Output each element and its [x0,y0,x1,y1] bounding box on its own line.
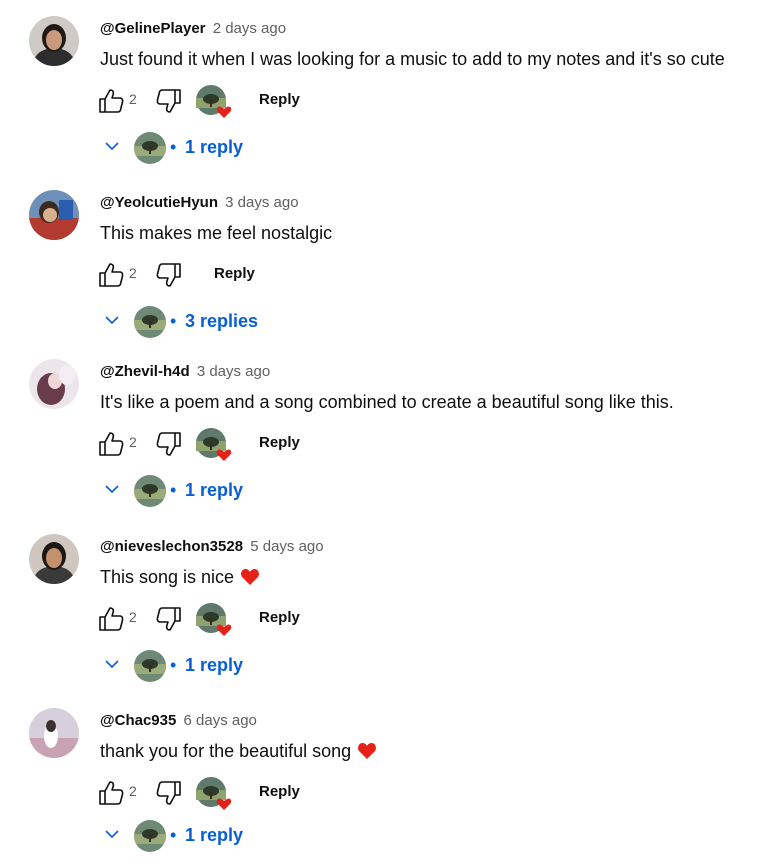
comment-text: This makes me feel nostalgic [100,223,333,243]
creator-avatar [134,306,166,338]
reply-button[interactable]: Reply [259,609,300,626]
view-replies-button[interactable]: • 1 reply [104,475,404,507]
creator-avatar [134,820,166,852]
separator-dot: • [170,311,177,331]
avatar[interactable] [29,16,79,66]
comment-actions: 2 Reply [96,427,496,461]
chevron-down-icon [105,660,119,669]
timestamp[interactable]: 2 days ago [213,20,286,37]
chevron-down-icon [105,316,119,325]
creator-avatar [134,650,166,682]
dislike-button[interactable] [154,261,184,289]
replies-count-link[interactable]: 1 reply [185,137,243,158]
view-replies-button[interactable]: • 1 reply [104,132,404,164]
username-link[interactable]: @GelinePlayer [100,20,206,37]
thumbs-down-icon [156,89,181,113]
separator-dot: • [170,137,177,157]
like-button[interactable] [96,779,126,807]
thumbs-down-icon [156,781,181,805]
comment-header: @nieveslechon3528 5 days ago [100,537,324,557]
timestamp[interactable]: 3 days ago [225,194,298,211]
comment-text-content: This song is nice [100,567,235,587]
comment-actions: 2 Reply [96,602,496,636]
thumbs-down-icon [156,432,181,456]
thumbs-down-icon [156,607,181,631]
red-heart-emoji-icon [240,568,260,592]
creator-heart-icon [195,602,233,638]
dislike-button[interactable] [154,430,184,458]
replies-count-link[interactable]: 1 reply [185,655,243,676]
like-button[interactable] [96,605,126,633]
avatar[interactable] [29,708,79,758]
creator-avatar [134,132,166,164]
creator-heart-icon [195,776,233,812]
separator-dot: • [170,655,177,675]
view-replies-button[interactable]: • 3 replies [104,306,404,338]
separator-dot: • [170,480,177,500]
like-count: 2 [129,434,137,450]
comment-text: It's like a poem and a song combined to … [100,392,674,412]
chevron-down-icon [105,485,119,494]
thumbs-down-icon [156,263,181,287]
like-button[interactable] [96,430,126,458]
replies-count-link[interactable]: 1 reply [185,480,243,501]
comment-actions: 2 Reply [96,776,496,810]
comment-header: @Zhevil-h4d 3 days ago [100,362,270,382]
replies-count-link[interactable]: 1 reply [185,825,243,846]
username-link[interactable]: @Zhevil-h4d [100,363,190,380]
chevron-down-icon [105,142,119,151]
comment-header: @YeolcutieHyun 3 days ago [100,193,299,213]
avatar[interactable] [29,190,79,240]
comment-text: This song is nice [100,565,260,592]
reply-button[interactable]: Reply [259,91,300,108]
reply-button[interactable]: Reply [259,783,300,800]
comment-thread: @nieveslechon3528 5 days ago This song i… [0,518,768,690]
thumbs-up-icon [99,263,124,287]
view-replies-button[interactable]: • 1 reply [104,650,404,682]
username-link[interactable]: @YeolcutieHyun [100,194,218,211]
comment-text: thank you for the beautiful song [100,739,377,766]
avatar[interactable] [29,359,79,409]
username-link[interactable]: @nieveslechon3528 [100,538,243,555]
comment-text: Just found it when I was looking for a m… [100,49,725,69]
thumbs-up-icon [99,607,124,631]
creator-heart-icon [195,84,233,120]
username-link[interactable]: @Chac935 [100,712,176,729]
creator-avatar [134,475,166,507]
comment-thread: @GelinePlayer 2 days ago Just found it w… [0,0,768,172]
comment-header: @Chac935 6 days ago [100,711,257,731]
avatar[interactable] [29,534,79,584]
comment-thread: @YeolcutieHyun 3 days ago This makes me … [0,174,768,346]
timestamp[interactable]: 3 days ago [197,363,270,380]
dislike-button[interactable] [154,605,184,633]
like-count: 2 [129,783,137,799]
red-heart-emoji-icon [357,742,377,766]
timestamp[interactable]: 5 days ago [250,538,323,555]
dislike-button[interactable] [154,87,184,115]
creator-heart-icon [195,427,233,463]
comment-text-content: thank you for the beautiful song [100,741,352,761]
reply-button[interactable]: Reply [259,434,300,451]
like-count: 2 [129,265,137,281]
comment-header: @GelinePlayer 2 days ago [100,19,286,39]
separator-dot: • [170,825,177,845]
thumbs-up-icon [99,432,124,456]
like-count: 2 [129,609,137,625]
like-count: 2 [129,91,137,107]
thumbs-up-icon [99,89,124,113]
dislike-button[interactable] [154,779,184,807]
comment-actions: 2 Reply [96,84,496,118]
like-button[interactable] [96,87,126,115]
like-button[interactable] [96,261,126,289]
comment-thread: @Chac935 6 days ago thank you for the be… [0,692,768,864]
replies-count-link[interactable]: 3 replies [185,311,258,332]
view-replies-button[interactable]: • 1 reply [104,820,404,852]
comment-actions: 2 Reply [96,258,496,292]
chevron-down-icon [105,830,119,839]
comment-thread: @Zhevil-h4d 3 days ago It's like a poem … [0,343,768,515]
timestamp[interactable]: 6 days ago [184,712,257,729]
reply-button[interactable]: Reply [214,265,255,282]
thumbs-up-icon [99,781,124,805]
